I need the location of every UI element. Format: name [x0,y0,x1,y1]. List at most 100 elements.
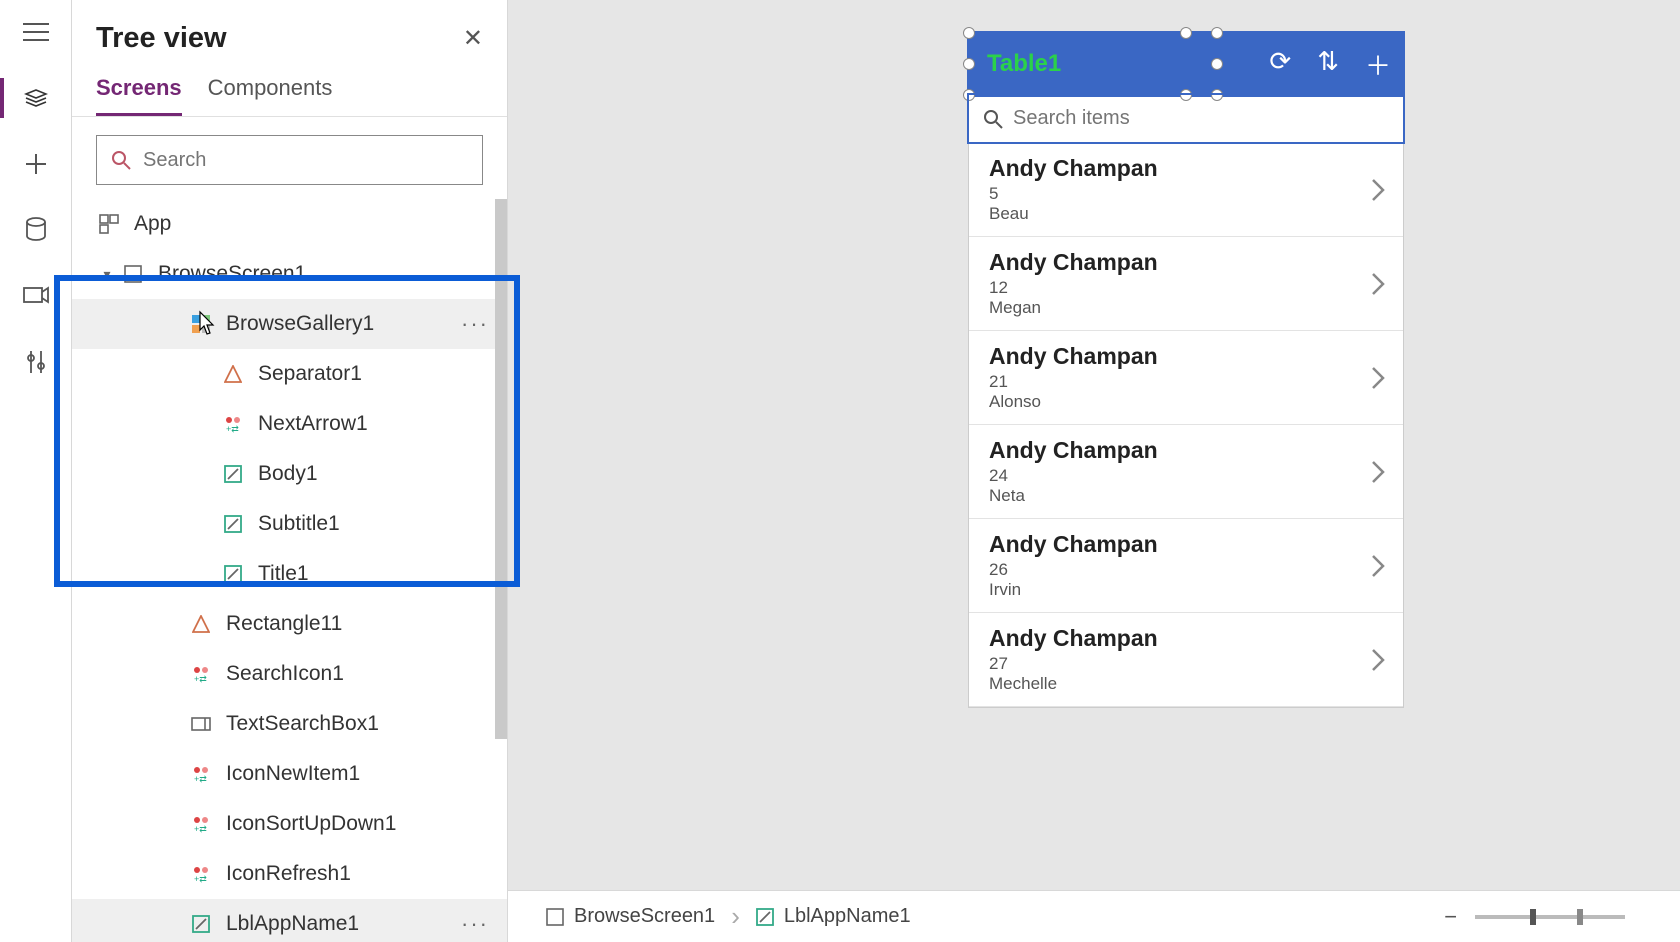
insert-icon[interactable] [22,150,50,178]
node-subtitle1[interactable]: Subtitle1 [72,499,507,549]
item-number: 26 [989,560,1158,580]
gallery-item[interactable]: Andy Champan 12 Megan [969,237,1403,331]
preview-search[interactable] [969,95,1403,143]
gallery-item[interactable]: Andy Champan 26 Irvin [969,519,1403,613]
item-number: 5 [989,184,1158,204]
add-icon[interactable]: ＋ [1365,46,1391,83]
node-label: Rectangle11 [226,612,489,636]
node-title1[interactable]: Title1 [72,549,507,599]
chevron-right-icon[interactable] [1371,178,1385,202]
chevron-right-icon[interactable] [1371,366,1385,390]
breadcrumb-item-screen[interactable]: BrowseScreen1 [532,899,729,934]
panel-tabs: Screens Components [72,63,507,117]
panel-title: Tree view [96,22,227,55]
zoom-out-button[interactable]: − [1444,904,1457,930]
label-icon [222,563,244,585]
node-browsescreen1[interactable]: ▾ BrowseScreen1 [72,249,507,299]
canvas[interactable]: Table1 ⟳ ⇅ ＋ Andy Champan 5 Beau Andy Ch… [508,0,1680,942]
sort-icon[interactable]: ⇅ [1317,46,1339,83]
icon-control-icon: +⇄ [190,863,212,885]
gallery-item[interactable]: Andy Champan 27 Mechelle [969,613,1403,707]
more-icon[interactable]: ··· [461,311,489,337]
item-title: Andy Champan [989,625,1158,652]
screen-icon [122,263,144,285]
chevron-right-icon[interactable] [1371,554,1385,578]
refresh-icon[interactable]: ⟳ [1269,46,1291,83]
header-icons: ⟳ ⇅ ＋ [1269,46,1391,83]
node-label: SearchIcon1 [226,662,489,686]
resize-handle[interactable] [1211,27,1223,39]
node-label: BrowseScreen1 [158,262,489,286]
tree-scrollbar[interactable] [495,199,507,739]
search-icon [111,150,131,170]
hamburger-icon[interactable] [22,18,50,46]
node-browsegallery1[interactable]: BrowseGallery1 ··· [72,299,507,349]
node-nextarrow1[interactable]: +⇄ NextArrow1 [72,399,507,449]
gallery-item[interactable]: Andy Champan 24 Neta [969,425,1403,519]
item-number: 12 [989,278,1158,298]
resize-handle[interactable] [963,27,975,39]
screen-icon [546,908,564,926]
chevron-right-icon: › [731,901,740,932]
icon-control-icon: +⇄ [190,763,212,785]
node-lblappname1[interactable]: LblAppName1 ··· [72,899,507,942]
resize-handle[interactable] [1211,58,1223,70]
data-icon[interactable] [22,216,50,244]
tab-components[interactable]: Components [208,63,333,116]
app-preview[interactable]: Table1 ⟳ ⇅ ＋ Andy Champan 5 Beau Andy Ch… [968,32,1404,708]
tree-view-icon[interactable] [22,84,50,112]
gallery-item[interactable]: Andy Champan 5 Beau [969,143,1403,237]
node-label: BrowseGallery1 [226,312,461,336]
item-title: Andy Champan [989,437,1158,464]
node-separator1[interactable]: Separator1 [72,349,507,399]
node-body1[interactable]: Body1 [72,449,507,499]
media-icon[interactable] [22,282,50,310]
node-label: IconSortUpDown1 [226,812,489,836]
node-app[interactable]: App [72,199,507,249]
node-iconrefresh1[interactable]: +⇄ IconRefresh1 [72,849,507,899]
label-icon [222,463,244,485]
label-icon [190,913,212,935]
zoom-slider[interactable] [1475,915,1625,919]
breadcrumb-label: LblAppName1 [784,905,911,928]
nav-rail [0,0,72,942]
zoom-thumb[interactable] [1530,909,1536,925]
resize-handle[interactable] [1180,27,1192,39]
tab-screens[interactable]: Screens [96,63,182,116]
node-label: App [134,212,489,236]
item-number: 27 [989,654,1158,674]
gallery-list[interactable]: Andy Champan 5 Beau Andy Champan 12 Mega… [969,143,1403,707]
tree-search[interactable] [96,135,483,185]
tree-search-input[interactable] [143,149,468,172]
node-iconsortupdown1[interactable]: +⇄ IconSortUpDown1 [72,799,507,849]
svg-text:+⇄: +⇄ [194,674,207,683]
item-subtitle: Irvin [989,580,1158,600]
search-icon [983,109,1003,129]
close-icon[interactable]: ✕ [463,24,483,53]
preview-search-input[interactable] [1013,107,1389,130]
more-icon[interactable]: ··· [461,911,489,937]
node-textsearchbox1[interactable]: TextSearchBox1 [72,699,507,749]
gallery-item[interactable]: Andy Champan 21 Alonso [969,331,1403,425]
node-label: Subtitle1 [258,512,489,536]
node-label: Title1 [258,562,489,586]
node-iconnewitem1[interactable]: +⇄ IconNewItem1 [72,749,507,799]
node-label: IconNewItem1 [226,762,489,786]
item-title: Andy Champan [989,343,1158,370]
chevron-right-icon[interactable] [1371,648,1385,672]
node-rectangle11[interactable]: Rectangle11 [72,599,507,649]
chevron-right-icon[interactable] [1371,460,1385,484]
resize-handle[interactable] [963,58,975,70]
preview-header: Table1 ⟳ ⇅ ＋ [969,33,1403,95]
label-icon [222,513,244,535]
node-label: NextArrow1 [258,412,489,436]
tree-body: App ▾ BrowseScreen1 BrowseGallery1 ··· S… [72,199,507,942]
chevron-right-icon[interactable] [1371,272,1385,296]
tools-icon[interactable] [22,348,50,376]
breadcrumb-item-label[interactable]: LblAppName1 [742,899,925,934]
zoom-tick [1577,909,1583,925]
node-searchicon1[interactable]: +⇄ SearchIcon1 [72,649,507,699]
node-label: Body1 [258,462,489,486]
chevron-down-icon[interactable]: ▾ [98,266,116,283]
shape-icon [222,363,244,385]
